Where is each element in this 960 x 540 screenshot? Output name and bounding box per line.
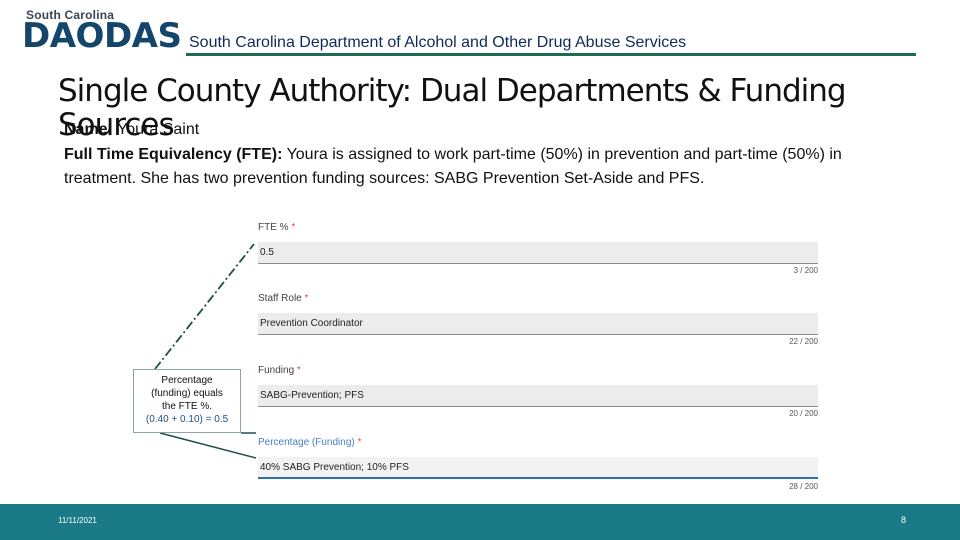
callout-dashed-line (154, 243, 255, 370)
percentage-funding-input[interactable]: 40% SABG Prevention; 10% PFS (258, 457, 818, 479)
fte-paragraph: Full Time Equivalency (FTE): Youra is as… (64, 143, 894, 191)
callout-box: Percentage (funding) equals the FTE %. (… (133, 369, 241, 433)
name-label: Name: (64, 121, 113, 138)
funding-label: Funding * (258, 365, 301, 376)
fte-label: Full Time Equivalency (FTE): (64, 146, 283, 163)
fte-percent-label: FTE % * (258, 222, 296, 233)
name-line: Name: Youra Saint (64, 121, 199, 139)
header-divider (186, 53, 916, 56)
percentage-funding-label: Percentage (Funding) * (258, 437, 362, 448)
callout-pointer-line (159, 432, 257, 459)
form-screenshot: FTE % * 0.5 3 / 200 Staff Role * Prevent… (248, 210, 828, 496)
callout-line-2: (funding) equals (151, 388, 223, 399)
staff-role-counter: 22 / 200 (789, 337, 818, 346)
staff-role-label: Staff Role * (258, 293, 309, 304)
fte-percent-input[interactable]: 0.5 (258, 242, 818, 264)
footer-date: 11/11/2021 (58, 516, 97, 525)
footer-bar: 11/11/2021 8 (0, 504, 960, 540)
callout-line-3: the FTE %. (161, 401, 212, 412)
fte-percent-counter: 3 / 200 (793, 266, 818, 275)
callout-line-1: Percentage (161, 375, 213, 386)
header-subtitle: South Carolina Department of Alcohol and… (189, 34, 687, 51)
staff-role-input[interactable]: Prevention Coordinator (258, 313, 818, 335)
funding-counter: 20 / 200 (789, 409, 818, 418)
callout-formula: (0.40 + 0.10) = 0.5 (145, 414, 229, 425)
daodas-logo: DAODAS (22, 16, 182, 56)
funding-input[interactable]: SABG-Prevention; PFS (258, 385, 818, 407)
percentage-funding-counter: 28 / 200 (789, 482, 818, 491)
page-number: 8 (900, 515, 906, 525)
name-value: Youra Saint (117, 121, 200, 138)
